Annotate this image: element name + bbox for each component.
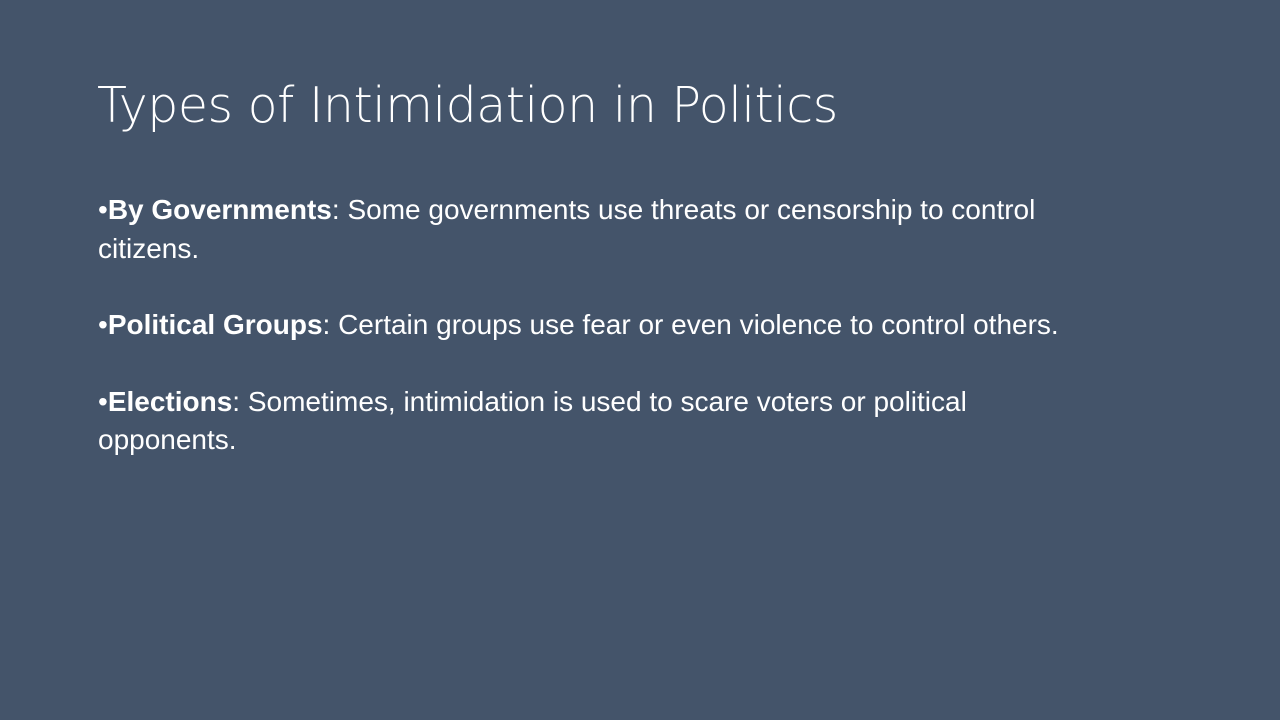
slide-title: Types of Intimidation in Politics bbox=[97, 77, 838, 134]
slide: Types of Intimidation in Politics •By Go… bbox=[0, 0, 1280, 720]
bullet-item-political-groups: •Political Groups: Certain groups use fe… bbox=[98, 306, 1098, 345]
bullet-marker: • bbox=[98, 385, 108, 417]
bullet-marker: • bbox=[98, 194, 108, 225]
bullet-term: Political Groups bbox=[107, 309, 323, 340]
bullet-item-elections: •Elections: Sometimes, intimidation is u… bbox=[98, 383, 1098, 460]
bullet-separator: : bbox=[232, 385, 241, 417]
bullet-list: •By Governments: Some governments use th… bbox=[98, 191, 1098, 498]
bullet-term: By Governments bbox=[107, 194, 332, 225]
bullet-text: Certain groups use fear or even violence… bbox=[330, 309, 1059, 340]
bullet-item-governments: •By Governments: Some governments use th… bbox=[98, 191, 1098, 268]
bullet-marker: • bbox=[98, 309, 108, 340]
bullet-term: Elections bbox=[107, 385, 233, 417]
bullet-separator: : bbox=[331, 194, 340, 225]
